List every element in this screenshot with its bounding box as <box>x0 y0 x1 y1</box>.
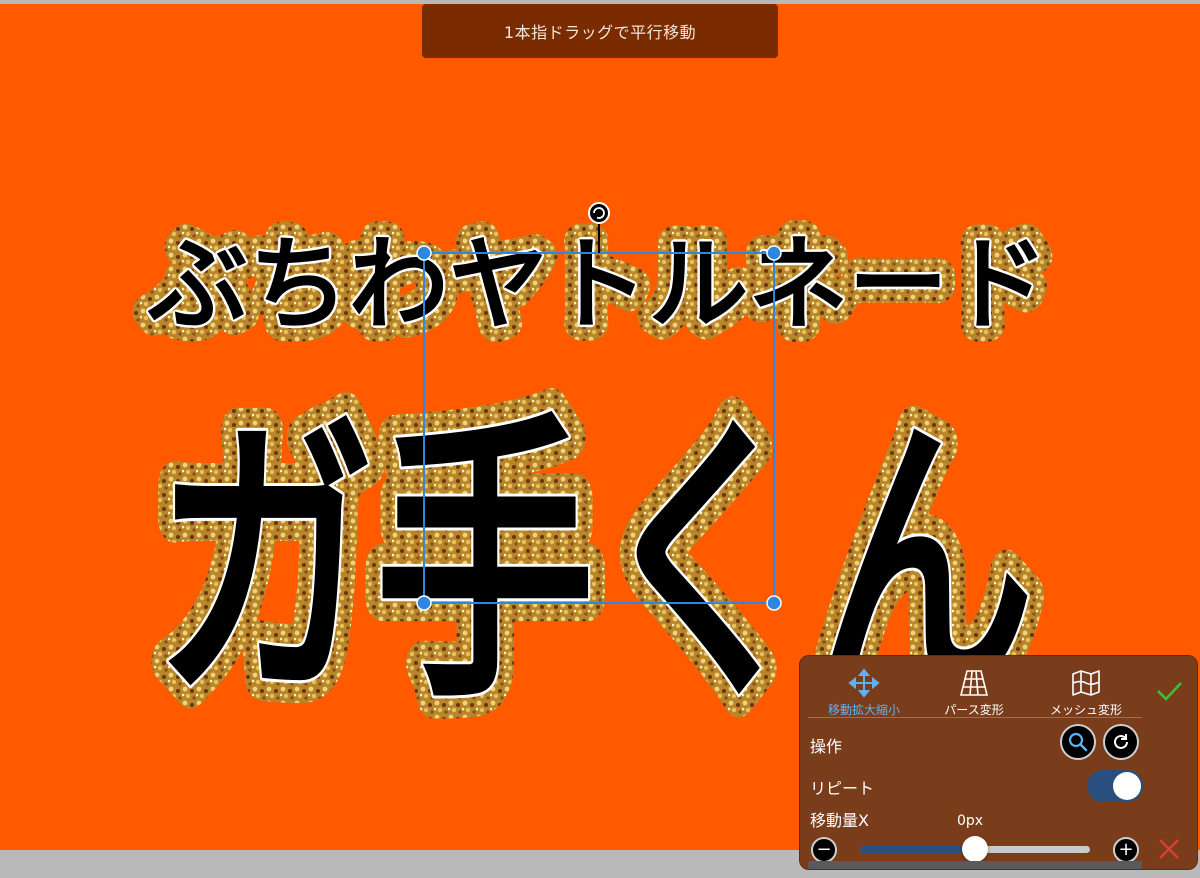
increment-button[interactable]: + <box>1113 837 1139 863</box>
mode-divider <box>808 717 1142 718</box>
decrement-button[interactable]: − <box>811 837 837 863</box>
svg-text:ぶちわヤトルネード: ぶちわヤトルネード <box>147 226 1048 345</box>
mode-mesh-label: メッシュ変形 <box>1049 703 1122 717</box>
slider-thumb[interactable] <box>962 836 988 862</box>
search-icon <box>1068 732 1088 752</box>
handle-bottom-left[interactable] <box>416 595 432 611</box>
cancel-close-icon[interactable] <box>1154 834 1184 864</box>
title-line1: ぶちわヤトルネード ぶちわヤトルネード <box>131 210 1064 361</box>
operation-label: 操作 <box>810 737 843 756</box>
mode-move-label: 移動拡大縮小 <box>827 703 900 717</box>
rotate-handle-icon[interactable] <box>588 202 610 224</box>
mode-perspective[interactable]: パース変形 <box>914 668 1034 718</box>
toggle-knob <box>1113 772 1141 800</box>
zoom-button[interactable] <box>1060 724 1096 760</box>
mesh-map-icon <box>1072 670 1100 696</box>
mode-move-scale[interactable]: 移動拡大縮小 <box>804 668 924 718</box>
confirm-check-icon[interactable] <box>1152 674 1186 708</box>
slider-base <box>808 861 1142 869</box>
rotate-button[interactable] <box>1103 724 1139 760</box>
repeat-label: リピート <box>810 779 875 798</box>
handle-top-right[interactable] <box>766 245 782 261</box>
move-arrows-icon <box>848 668 880 698</box>
move-x-label: 移動量X <box>810 811 869 830</box>
slider-fill <box>860 846 975 853</box>
perspective-grid-icon <box>959 670 989 696</box>
move-x-value: 0px <box>956 813 984 829</box>
move-x-slider[interactable] <box>860 836 1090 862</box>
hint-banner: 1本指ドラッグで平行移動 <box>422 4 778 58</box>
handle-bottom-right[interactable] <box>766 595 782 611</box>
rotate-icon <box>1114 734 1128 749</box>
mode-perspective-label: パース変形 <box>944 703 1004 717</box>
repeat-toggle[interactable] <box>1087 770 1143 802</box>
minus-icon: − <box>816 839 832 860</box>
mode-mesh[interactable]: メッシュ変形 <box>1026 668 1146 718</box>
handle-top-left[interactable] <box>416 245 432 261</box>
plus-icon: + <box>1118 839 1134 860</box>
transform-panel: 移動拡大縮小 パース変形 メッシュ変形 操作 リピート 移動量X 0px − + <box>799 655 1198 870</box>
